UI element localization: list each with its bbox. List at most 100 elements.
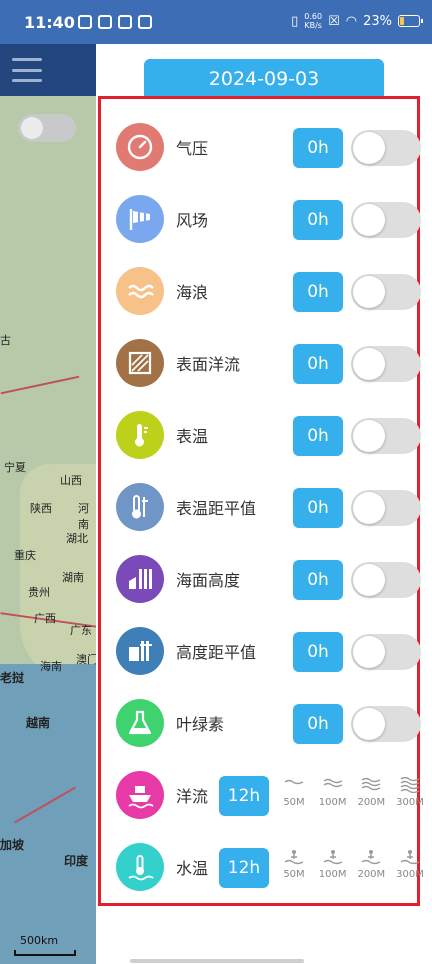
layer-toggle-switch[interactable] — [351, 274, 421, 310]
map-label: 湖北 — [66, 532, 88, 545]
layer-row-pressure: 气压 0h — [101, 111, 421, 183]
layer-panel: 2024-09-03 气压 0h 风场 0h 海浪 0h 表面洋流 0h 表温 … — [96, 44, 432, 964]
wave-lines-icon — [323, 778, 342, 788]
hour-button[interactable]: 0h — [293, 704, 343, 744]
wifi-icon: ◠ — [345, 13, 358, 29]
map-label: 陕西 — [30, 502, 52, 515]
layer-row-chlorophyll: 叶绿素 0h — [101, 687, 421, 759]
notification-icons — [78, 15, 152, 29]
sea-height-icon — [116, 555, 164, 603]
hour-button[interactable]: 0h — [293, 632, 343, 672]
depth-option[interactable]: 50M — [277, 843, 311, 895]
layer-row-water-temp: 水温 12h 50M 100M 200M 300M — [101, 831, 424, 903]
map-label: 河南 — [78, 502, 89, 531]
layer-label: 表温距平值 — [176, 499, 257, 518]
layer-label: 叶绿素 — [176, 715, 225, 734]
thermo-anomaly-icon — [116, 483, 164, 531]
map-label: 贵州 — [28, 586, 50, 599]
depth-option[interactable]: 100M — [316, 843, 350, 895]
layer-toggle-switch[interactable] — [351, 634, 421, 670]
layer-row-temp-anomaly: 表温距平值 0h — [101, 471, 421, 543]
map-label: 山西 — [60, 474, 82, 487]
gauge-icon — [116, 123, 164, 171]
date-selector-button[interactable]: 2024-09-03 — [144, 59, 384, 99]
layer-label: 气压 — [176, 139, 209, 158]
layer-toggle-switch[interactable] — [351, 346, 421, 382]
map-label: 重庆 — [14, 549, 36, 562]
thermometer-icon — [116, 411, 164, 459]
mail-icon — [98, 15, 112, 29]
map-label: 古 — [0, 334, 11, 347]
depth-option[interactable]: 200M — [354, 771, 388, 823]
map-layer-toggle[interactable] — [18, 114, 76, 142]
depth-options: 50M 100M 200M 300M — [277, 843, 427, 895]
depth-option[interactable]: 300M — [393, 843, 427, 895]
layer-list: 气压 0h 风场 0h 海浪 0h 表面洋流 0h 表温 0h 表温距平值 0h… — [98, 96, 424, 906]
wave-lines-icon — [361, 777, 381, 791]
swimmer-icon — [361, 850, 381, 865]
check-icon — [138, 15, 152, 29]
layer-label: 洋流 — [176, 787, 209, 806]
layer-toggle-switch[interactable] — [351, 490, 421, 526]
depth-option[interactable]: 100M — [316, 771, 350, 823]
layer-row-surface-temp: 表温 0h — [101, 399, 421, 471]
layer-label: 高度距平值 — [176, 643, 257, 662]
layer-label: 风场 — [176, 211, 209, 230]
layer-row-height-anomaly: 高度距平值 0h — [101, 615, 421, 687]
layer-toggle-switch[interactable] — [351, 202, 421, 238]
map-label: 海南 — [40, 660, 62, 673]
hour-button[interactable]: 0h — [293, 200, 343, 240]
depth-option[interactable]: 200M — [354, 843, 388, 895]
battery-percent: 23% — [363, 13, 392, 29]
status-right: ▯ 0.60 KB/s ☒ ◠ 23% — [291, 12, 423, 30]
height-anomaly-icon — [116, 627, 164, 675]
map-label: 加坡 — [0, 838, 25, 852]
layer-label: 表面洋流 — [176, 355, 241, 374]
depth-option[interactable]: 50M — [277, 771, 311, 823]
sim-icon: ☒ — [328, 13, 340, 29]
map-label: 宁夏 — [4, 461, 26, 474]
menu-icon[interactable] — [12, 58, 42, 82]
layer-row-ocean-current: 洋流 12h 50M 100M 200M 300M — [101, 759, 424, 831]
layer-toggle-switch[interactable] — [351, 706, 421, 742]
link-icon — [118, 15, 132, 29]
net-speed: 0.60 KB/s — [304, 12, 322, 30]
layer-row-sea-height: 海面高度 0h — [101, 543, 421, 615]
swimmer-icon — [323, 850, 342, 865]
hour-button[interactable]: 0h — [293, 560, 343, 600]
hour-button[interactable]: 0h — [293, 488, 343, 528]
status-bar: 11:40 ▯ 0.60 KB/s ☒ ◠ 23% — [0, 0, 432, 44]
layer-label: 水温 — [176, 859, 209, 878]
map-label: 澳门 — [76, 653, 98, 666]
map-sea — [0, 664, 98, 964]
net-speed-unit: KB/s — [304, 21, 322, 30]
map-toolbar — [0, 44, 98, 96]
depth-option[interactable]: 300M — [393, 771, 427, 823]
layer-toggle-switch[interactable] — [351, 130, 421, 166]
layer-label: 表温 — [176, 427, 209, 446]
hour-button[interactable]: 0h — [293, 416, 343, 456]
battery-fill — [400, 17, 404, 25]
hour-button[interactable]: 12h — [219, 848, 269, 888]
map-label: 湖南 — [62, 571, 84, 584]
water-temp-icon — [116, 843, 164, 891]
layer-row-waves: 海浪 0h — [101, 255, 421, 327]
hour-button[interactable]: 12h — [219, 776, 269, 816]
wave-lines-icon — [400, 777, 420, 793]
vibrate-icon: ▯ — [291, 13, 299, 29]
map-label: 老挝 — [0, 671, 25, 685]
hour-button[interactable]: 0h — [293, 272, 343, 312]
swimmer-icon — [400, 850, 420, 865]
layer-label: 海面高度 — [176, 571, 241, 590]
layer-toggle-switch[interactable] — [351, 562, 421, 598]
map-view[interactable]: 古 宁夏 山西 河南 陕西 湖北 重庆 湖南 贵州 广西 广东 海南 澳门 老挝… — [0, 44, 98, 964]
battery-icon — [398, 15, 423, 27]
flask-icon — [116, 699, 164, 747]
map-label: 广西 — [34, 612, 56, 625]
depth-options: 50M 100M 200M 300M — [277, 771, 427, 823]
layer-toggle-switch[interactable] — [351, 418, 421, 454]
wave-icon — [116, 267, 164, 315]
hour-button[interactable]: 0h — [293, 344, 343, 384]
windsock-icon — [116, 195, 164, 243]
hour-button[interactable]: 0h — [293, 128, 343, 168]
